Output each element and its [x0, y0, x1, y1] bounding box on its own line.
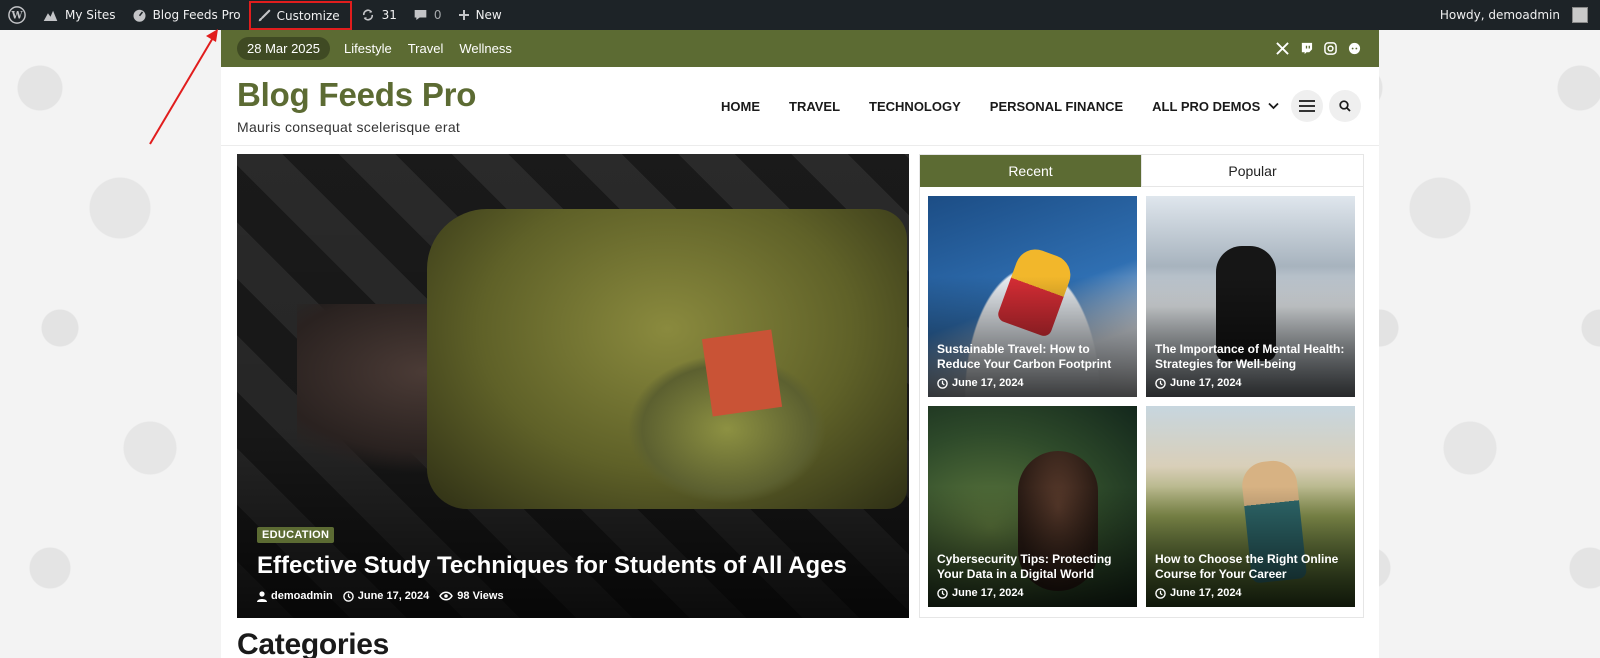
nav-all-pro-demos[interactable]: ALL PRO DEMOS [1152, 99, 1279, 114]
wordpress-icon: W [8, 6, 26, 24]
hero-meta: EDUCATION Effective Study Techniques for… [257, 525, 847, 602]
hero-info: demoadmin June 17, 2024 98 Views [257, 590, 847, 602]
nav-home[interactable]: HOME [721, 99, 760, 114]
clock-icon [937, 377, 948, 389]
card-title[interactable]: The Importance of Mental Health: Strateg… [1155, 342, 1347, 372]
site-tagline: Mauris consequat scelerisque erat [237, 118, 461, 135]
updates-count: 31 [381, 8, 397, 22]
hero-date[interactable]: June 17, 2024 [342, 590, 430, 602]
card-date-label: June 17, 2024 [952, 587, 1024, 599]
site-header: Blog Feeds Pro Mauris consequat sceleris… [221, 67, 1379, 146]
hero-author[interactable]: demoadmin [257, 590, 333, 602]
tab-popular[interactable]: Popular [1141, 155, 1363, 187]
topnav-wellness[interactable]: Wellness [459, 41, 512, 56]
clock-icon [937, 587, 948, 599]
card-title[interactable]: How to Choose the Right Online Course fo… [1155, 552, 1347, 582]
post-card[interactable]: How to Choose the Right Online Course fo… [1146, 406, 1355, 607]
user-icon [257, 590, 267, 602]
social-links [1276, 42, 1363, 55]
reddit-icon[interactable] [1348, 42, 1361, 55]
nav-travel[interactable]: TRAVEL [789, 99, 840, 114]
search-button[interactable] [1329, 90, 1361, 122]
clock-icon [1155, 587, 1166, 599]
paintbrush-icon [258, 9, 270, 21]
nav-all-pro-demos-label: ALL PRO DEMOS [1152, 98, 1261, 114]
eye-icon [439, 591, 454, 601]
customize-label: Customize [276, 8, 340, 23]
menu-toggle-button[interactable] [1291, 90, 1323, 122]
site-container: 28 Mar 2025 Lifestyle Travel Wellness Bl… [221, 30, 1379, 658]
card-date: June 17, 2024 [1155, 377, 1347, 389]
new-label: New [475, 8, 502, 22]
nav-technology[interactable]: TECHNOLOGY [869, 99, 961, 114]
account-menu[interactable]: Howdy, demoadmin [1432, 0, 1600, 30]
card-title[interactable]: Sustainable Travel: How to Reduce Your C… [937, 342, 1129, 372]
header-tools [1291, 90, 1363, 122]
my-sites-menu[interactable]: My Sites [34, 0, 124, 30]
hero-author-label: demoadmin [271, 590, 333, 602]
chevron-down-icon [1268, 102, 1279, 110]
updates-icon [362, 9, 373, 21]
main-navigation: HOME TRAVEL TECHNOLOGY PERSONAL FINANCE … [717, 99, 1279, 114]
dashboard-icon [133, 9, 146, 22]
wordpress-logo-button[interactable]: W [0, 0, 34, 30]
tab-recent[interactable]: Recent [920, 155, 1141, 187]
post-card[interactable]: Cybersecurity Tips: Protecting Your Data… [928, 406, 1137, 607]
comment-icon [414, 10, 427, 20]
category-badge[interactable]: EDUCATION [257, 527, 335, 543]
date-pill: 28 Mar 2025 [237, 37, 330, 60]
avatar [1572, 7, 1588, 23]
categories-heading: Categories [237, 628, 390, 658]
updates-button[interactable]: 31 [352, 0, 405, 30]
card-date: June 17, 2024 [1155, 587, 1347, 599]
site-title[interactable]: Blog Feeds Pro [237, 78, 717, 111]
my-sites-icon [43, 10, 58, 21]
post-card[interactable]: Sustainable Travel: How to Reduce Your C… [928, 196, 1137, 397]
post-grid: Sustainable Travel: How to Reduce Your C… [928, 196, 1356, 610]
nav-personal-finance[interactable]: PERSONAL FINANCE [990, 99, 1123, 114]
hero-views-label: 98 Views [457, 590, 504, 602]
brand: Blog Feeds Pro Mauris consequat sceleris… [237, 78, 717, 135]
plus-icon [458, 10, 469, 20]
card-date: June 17, 2024 [937, 377, 1129, 389]
card-text: The Importance of Mental Health: Strateg… [1155, 342, 1347, 389]
hero-image-book [701, 329, 783, 417]
top-bar: 28 Mar 2025 Lifestyle Travel Wellness [221, 30, 1379, 67]
howdy-label: Howdy, demoadmin [1439, 8, 1560, 22]
topnav-travel[interactable]: Travel [408, 41, 444, 56]
widget-tabs: Recent Popular [920, 155, 1363, 187]
clock-icon [1155, 377, 1166, 389]
hamburger-icon [1299, 100, 1315, 112]
topnav-lifestyle[interactable]: Lifestyle [344, 41, 392, 56]
card-date-label: June 17, 2024 [1170, 377, 1242, 389]
hero-views: 98 Views [439, 590, 504, 602]
card-title[interactable]: Cybersecurity Tips: Protecting Your Data… [937, 552, 1129, 582]
comments-button[interactable]: 0 [405, 0, 450, 30]
clock-icon [342, 590, 354, 602]
instagram-icon[interactable] [1324, 42, 1337, 55]
my-sites-label: My Sites [65, 8, 116, 22]
customize-button[interactable]: Customize [248, 1, 352, 30]
post-card[interactable]: The Importance of Mental Health: Strateg… [1146, 196, 1355, 397]
hero-title[interactable]: Effective Study Techniques for Students … [257, 552, 847, 580]
search-icon [1339, 100, 1351, 112]
hero-post[interactable]: EDUCATION Effective Study Techniques for… [237, 154, 909, 618]
site-name-label: Blog Feeds Pro [152, 8, 241, 22]
card-text: Sustainable Travel: How to Reduce Your C… [937, 342, 1129, 389]
site-name-menu[interactable]: Blog Feeds Pro [124, 0, 249, 30]
tabbed-posts-widget: Recent Popular Sustainable Travel: How t… [919, 154, 1364, 618]
card-text: How to Choose the Right Online Course fo… [1155, 552, 1347, 599]
comments-count: 0 [433, 8, 442, 22]
card-text: Cybersecurity Tips: Protecting Your Data… [937, 552, 1129, 599]
svg-text:W: W [10, 11, 23, 22]
new-content-button[interactable]: New [450, 0, 510, 30]
card-date: June 17, 2024 [937, 587, 1129, 599]
x-twitter-icon[interactable] [1276, 42, 1289, 55]
card-date-label: June 17, 2024 [1170, 587, 1242, 599]
admin-bar: W My Sites Blog Feeds Pro Customize 31 0… [0, 0, 1600, 30]
twitch-icon[interactable] [1300, 42, 1313, 55]
hero-date-label: June 17, 2024 [357, 590, 430, 602]
card-date-label: June 17, 2024 [952, 377, 1024, 389]
